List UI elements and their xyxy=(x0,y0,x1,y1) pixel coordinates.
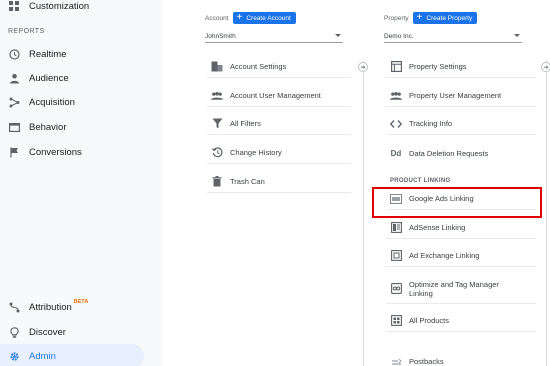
all-products-item[interactable]: All Products xyxy=(386,310,536,332)
trash-can-item[interactable]: Trash Can xyxy=(207,171,351,193)
postbacks-item[interactable]: Postbacks xyxy=(386,350,536,366)
sidebar-item-label: Conversions xyxy=(29,146,82,158)
create-property-button[interactable]: + Create Property xyxy=(412,12,478,24)
attribution-icon xyxy=(8,301,20,313)
dd-icon: Dd xyxy=(390,148,402,158)
sidebar-item-label: Customization xyxy=(29,0,90,12)
all-filters-label: All Filters xyxy=(230,119,261,128)
adsense-linking-item[interactable]: AdSense Linking xyxy=(386,217,536,239)
sidebar-item-audience[interactable]: Audience xyxy=(0,66,69,90)
sidebar-item-admin[interactable]: Admin xyxy=(0,344,144,366)
create-account-button[interactable]: + Create Account xyxy=(232,12,296,24)
account-settings-item[interactable]: Account Settings xyxy=(207,56,351,78)
postbacks-label: Postbacks xyxy=(409,356,444,366)
sidebar-item-realtime[interactable]: Realtime xyxy=(0,42,67,66)
data-deletion-requests-label: Data Deletion Requests xyxy=(409,148,489,158)
trash-icon xyxy=(211,176,223,188)
sidebar-item-label: Admin xyxy=(29,350,56,362)
chevron-down-icon xyxy=(514,34,520,37)
column-divider xyxy=(363,60,364,366)
beta-badge: BETA xyxy=(73,299,89,305)
people-icon xyxy=(211,90,223,102)
tracking-info-label: Tracking Info xyxy=(409,119,453,128)
clock-icon xyxy=(8,48,20,60)
plus-icon: + xyxy=(416,12,423,23)
optimize-tag-manager-linking-label: Optimize and Tag Manager Linking xyxy=(409,279,499,298)
chevron-down-icon xyxy=(335,34,341,37)
sidebar-item-customization[interactable]: Customization xyxy=(0,0,89,18)
sidebar-item-acquisition[interactable]: Acquisition xyxy=(0,90,75,114)
highlight-box xyxy=(372,187,542,218)
property-settings-item[interactable]: Property Settings xyxy=(386,56,536,78)
window-icon xyxy=(8,121,20,133)
adsense-icon xyxy=(390,222,402,234)
ad-exchange-linking-item[interactable]: Ad Exchange Linking xyxy=(386,245,536,267)
change-history-item[interactable]: Change History xyxy=(207,142,351,164)
arrow-right-icon: ➔ xyxy=(541,62,550,72)
sidebar: Customization REPORTS Realtime Audience … xyxy=(0,0,163,366)
property-settings-label: Property Settings xyxy=(409,62,467,71)
gear-icon xyxy=(8,350,20,362)
account-user-management-item[interactable]: Account User Management xyxy=(207,85,351,107)
grid-icon xyxy=(390,315,402,327)
product-linking-label: PRODUCT LINKING xyxy=(390,178,451,184)
people-icon xyxy=(390,90,402,102)
arrow-right-icon: ➔ xyxy=(358,62,368,72)
property-select-value: Demo Inc. xyxy=(384,33,414,40)
admin-panel: Account + Create Account JohnSmith Accou… xyxy=(163,0,550,366)
reports-section-label: REPORTS xyxy=(8,28,45,35)
sidebar-item-behavior[interactable]: Behavior xyxy=(0,115,67,139)
ad-exchange-linking-label: Ad Exchange Linking xyxy=(409,251,480,260)
sidebar-item-label: Audience xyxy=(29,72,69,84)
person-icon xyxy=(8,72,20,84)
plus-icon: + xyxy=(236,12,243,23)
tracking-info-item[interactable]: Tracking Info xyxy=(386,113,536,135)
optimize-tag-manager-linking-item[interactable]: Optimize and Tag Manager Linking xyxy=(386,274,536,304)
property-label: Property xyxy=(384,14,409,22)
account-select-value: JohnSmith xyxy=(205,33,236,40)
sidebar-item-label: Realtime xyxy=(29,48,67,60)
dashboard-icon xyxy=(8,0,20,12)
flag-icon xyxy=(8,146,20,158)
filter-icon xyxy=(211,118,223,130)
property-select[interactable]: Demo Inc. xyxy=(384,31,522,43)
history-icon xyxy=(211,147,223,159)
data-deletion-requests-item[interactable]: Dd Data Deletion Requests xyxy=(386,142,536,164)
column-divider-right xyxy=(546,60,547,366)
property-header: Property + Create Property xyxy=(384,12,478,24)
ad-exchange-icon xyxy=(390,250,402,262)
trash-can-label: Trash Can xyxy=(230,177,265,186)
sidebar-item-label: Discover xyxy=(29,326,66,338)
change-history-label: Change History xyxy=(230,148,282,157)
all-filters-item[interactable]: All Filters xyxy=(207,113,351,135)
create-account-label: Create Account xyxy=(246,14,291,22)
sidebar-item-discover[interactable]: Discover xyxy=(0,320,66,344)
settings-window-icon xyxy=(390,61,402,73)
sidebar-item-label: Behavior xyxy=(29,121,67,133)
sidebar-item-label: Attribution xyxy=(29,301,72,313)
building-icon xyxy=(211,61,223,73)
account-select[interactable]: JohnSmith xyxy=(205,31,343,43)
adsense-linking-label: AdSense Linking xyxy=(409,223,466,232)
all-products-label: All Products xyxy=(409,316,450,325)
sidebar-item-label: Acquisition xyxy=(29,96,75,108)
code-icon xyxy=(390,118,402,130)
account-settings-label: Account Settings xyxy=(230,62,287,71)
account-header: Account + Create Account xyxy=(205,12,296,24)
create-property-label: Create Property xyxy=(426,14,473,22)
sidebar-item-attribution[interactable]: Attribution BETA xyxy=(0,295,88,319)
optimize-icon xyxy=(390,283,402,295)
property-user-management-label: Property User Management xyxy=(409,91,502,100)
postbacks-icon xyxy=(390,355,402,366)
account-label: Account xyxy=(205,14,229,22)
acquisition-icon xyxy=(8,96,20,108)
property-user-management-item[interactable]: Property User Management xyxy=(386,85,536,107)
sidebar-item-conversions[interactable]: Conversions xyxy=(0,140,82,164)
account-user-management-label: Account User Management xyxy=(230,91,321,100)
lightbulb-icon xyxy=(8,326,20,338)
